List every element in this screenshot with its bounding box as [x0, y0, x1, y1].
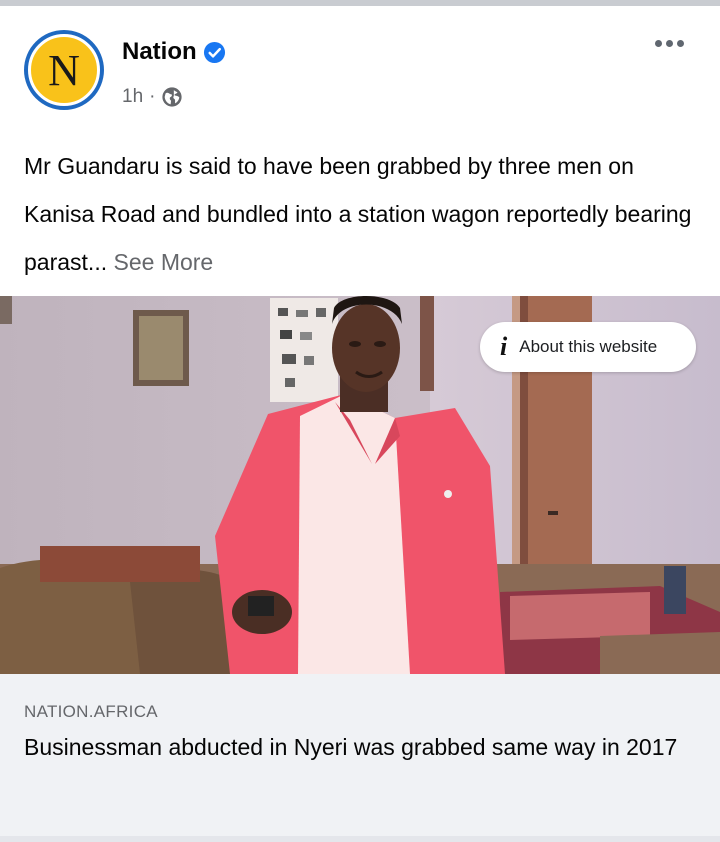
- link-domain: NATION.AFRICA: [24, 702, 158, 721]
- verified-badge-icon: [203, 41, 225, 63]
- link-preview[interactable]: NATION.AFRICA Businessman abducted in Ny…: [0, 674, 720, 836]
- post-header: N Nation 1h ·: [0, 6, 720, 134]
- post-meta: 1h ·: [122, 86, 183, 108]
- info-icon: i: [500, 332, 508, 361]
- bottom-divider: [0, 836, 720, 842]
- about-website-label: About this website: [519, 337, 658, 356]
- link-headline[interactable]: Businessman abducted in Nyeri was grabbe…: [24, 726, 684, 769]
- post-body: Mr Guandaru is said to have been grabbed…: [24, 142, 694, 286]
- more-options-icon[interactable]: [655, 40, 684, 47]
- about-website-button[interactable]: i About this website: [480, 322, 696, 372]
- globe-icon[interactable]: [161, 86, 183, 108]
- meta-separator: ·: [149, 86, 156, 107]
- avatar-letter: N: [28, 34, 100, 106]
- see-more-link[interactable]: See More: [114, 249, 214, 275]
- page-name-row[interactable]: Nation: [122, 38, 226, 66]
- post-time[interactable]: 1h: [122, 86, 143, 108]
- page-name[interactable]: Nation: [122, 38, 197, 66]
- page-avatar[interactable]: N: [24, 30, 104, 110]
- post-photo[interactable]: i About this website: [0, 296, 720, 674]
